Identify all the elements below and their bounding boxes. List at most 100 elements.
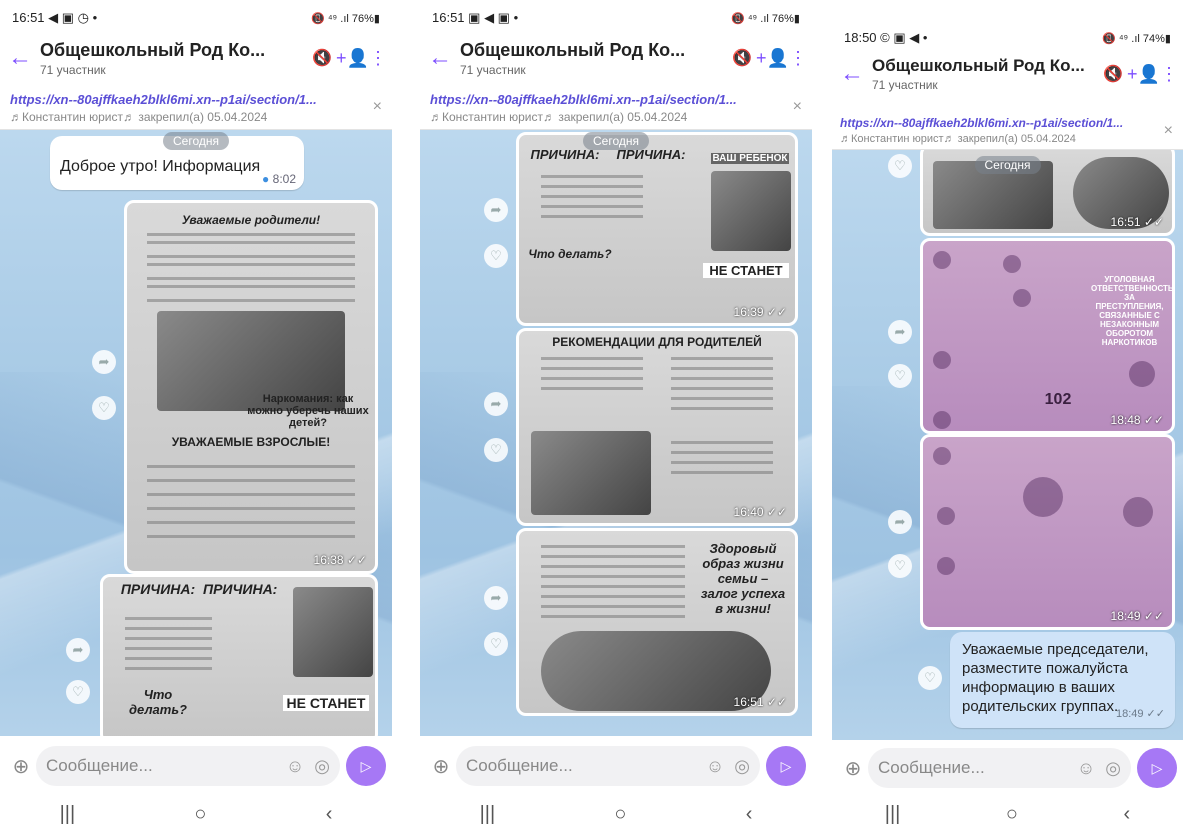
image-message[interactable]: 18:49 ✓✓: [920, 434, 1175, 630]
infographic-circle: [1003, 255, 1021, 273]
send-button[interactable]: ▷: [346, 746, 386, 786]
like-icon[interactable]: ♡: [484, 438, 508, 462]
message-composer: ⊕ Сообщение... ☺ ◎ ▷: [0, 738, 392, 794]
chat-area[interactable]: Сегодня Доброе утро! Информация ● 8:02 У…: [0, 130, 392, 736]
close-icon[interactable]: ×: [793, 98, 802, 116]
doc-title: Уважаемые родители!: [181, 213, 321, 227]
pinned-link[interactable]: https://xn--80ajffkaeh2blkl6mi.xn--p1ai/…: [10, 92, 362, 107]
chat-title-block[interactable]: Общешкольный Род Ко... 71 участник: [460, 40, 728, 77]
like-icon[interactable]: ♡: [92, 396, 116, 420]
emoji-icon[interactable]: ☺: [1077, 758, 1095, 779]
chat-title: Общешкольный Род Ко...: [872, 56, 1085, 75]
status-bar: 16:51 ▣ ◀ ▣ • 📵 ⁴⁹ .ıl 76%▮: [420, 6, 812, 30]
pinned-meta: ♬Константин юрист♬ закрепил(а) 05.04.202…: [430, 110, 688, 124]
more-menu-icon[interactable]: ⋮: [1155, 64, 1183, 85]
mute-icon[interactable]: 🔇: [728, 48, 756, 68]
share-icon[interactable]: ➦: [888, 510, 912, 534]
like-icon[interactable]: ♡: [484, 244, 508, 268]
add-user-icon[interactable]: +👤: [1127, 64, 1160, 85]
add-user-icon[interactable]: +👤: [336, 48, 369, 69]
doc-photo: [711, 171, 791, 251]
send-button[interactable]: ▷: [1137, 748, 1177, 788]
message-composer: ⊕ Сообщение... ☺ ◎ ▷: [420, 738, 812, 794]
nav-back-icon[interactable]: ‹: [746, 803, 753, 826]
message-input[interactable]: Сообщение... ☺ ◎: [456, 746, 760, 786]
message-placeholder: Сообщение...: [46, 756, 153, 775]
share-icon[interactable]: ➦: [484, 586, 508, 610]
image-message[interactable]: РЕКОМЕНДАЦИИ ДЛЯ РОДИТЕЛЕЙ 16:40 ✓✓: [516, 328, 798, 526]
date-divider: Сегодня: [163, 132, 229, 150]
plus-icon[interactable]: ⊕: [838, 756, 868, 781]
pinned-message-bar[interactable]: https://xn--80ajffkaeh2blkl6mi.xn--p1ai/…: [420, 86, 812, 130]
more-menu-icon[interactable]: ⋮: [784, 48, 812, 69]
image-message[interactable]: ПРИЧИНА: ПРИЧИНА: Что делать? НЕ СТАНЕТ: [100, 574, 378, 736]
like-icon[interactable]: ♡: [918, 666, 942, 690]
infographic-circle: [933, 447, 951, 465]
share-icon[interactable]: ➦: [888, 320, 912, 344]
recent-apps-icon[interactable]: |||: [480, 803, 496, 826]
chat-area[interactable]: Сегодня ПРИЧИНА: ПРИЧИНА: ВАШ РЕБЕНОК Чт…: [420, 130, 812, 736]
recent-apps-icon[interactable]: |||: [885, 803, 901, 826]
emoji-icon[interactable]: ☺: [286, 756, 304, 777]
image-message[interactable]: ПРИЧИНА: ПРИЧИНА: ВАШ РЕБЕНОК Что делать…: [516, 132, 798, 326]
message-input[interactable]: Сообщение... ☺ ◎: [36, 746, 340, 786]
chat-title-block[interactable]: Общешкольный Род Ко... 71 участник: [872, 56, 1099, 92]
like-icon[interactable]: ♡: [888, 154, 912, 178]
like-icon[interactable]: ♡: [66, 680, 90, 704]
home-icon[interactable]: ○: [194, 803, 206, 826]
message-bubble[interactable]: Уважаемые председатели, разместите пожал…: [950, 632, 1175, 728]
close-icon[interactable]: ×: [1164, 122, 1173, 140]
sticker-icon[interactable]: ◎: [314, 756, 330, 777]
mute-icon[interactable]: 🔇: [1099, 64, 1127, 84]
home-icon[interactable]: ○: [614, 803, 626, 826]
like-icon[interactable]: ♡: [888, 554, 912, 578]
share-icon[interactable]: ➦: [484, 198, 508, 222]
doc-heading: НЕ СТАНЕТ: [703, 263, 789, 278]
send-button[interactable]: ▷: [766, 746, 806, 786]
doc-label: ВАШ РЕБЕНОК: [711, 153, 789, 164]
plus-icon[interactable]: ⊕: [6, 754, 36, 779]
image-message[interactable]: Уважаемые родители! Наркомания: как можн…: [124, 200, 378, 574]
share-icon[interactable]: ➦: [66, 638, 90, 662]
chat-title-block[interactable]: Общешкольный Род Ко... 71 участник: [40, 40, 308, 77]
close-icon[interactable]: ×: [373, 98, 382, 116]
message-text: Доброе утро! Информация: [60, 158, 261, 175]
infographic-circle: [937, 507, 955, 525]
message-time: 18:49 ✓✓: [1115, 708, 1165, 720]
message-input[interactable]: Сообщение... ☺ ◎: [868, 748, 1131, 788]
message-placeholder: Сообщение...: [466, 756, 573, 775]
nav-back-icon[interactable]: ‹: [326, 803, 333, 826]
pinned-message-bar[interactable]: https://xn--80ajffkaeh2blkl6mi.xn--p1ai/…: [0, 86, 392, 130]
status-left: 16:51 ▣ ◀ ▣ •: [432, 10, 519, 25]
like-icon[interactable]: ♡: [888, 364, 912, 388]
nav-back-icon[interactable]: ‹: [1124, 803, 1131, 826]
pinned-link[interactable]: https://xn--80ajffkaeh2blkl6mi.xn--p1ai/…: [430, 92, 782, 107]
sticker-icon[interactable]: ◎: [734, 756, 750, 777]
back-arrow-icon[interactable]: ←: [420, 44, 460, 72]
share-icon[interactable]: ➦: [484, 392, 508, 416]
emoji-icon[interactable]: ☺: [706, 756, 724, 777]
chat-header: ← Общешкольный Род Ко... 71 участник 🔇 +…: [832, 48, 1183, 100]
status-bar: 16:51 ◀ ▣ ◷ • 📵 ⁴⁹ .ıl 76%▮: [0, 6, 392, 30]
home-icon[interactable]: ○: [1006, 803, 1018, 826]
share-icon[interactable]: ➦: [92, 350, 116, 374]
image-time: 16:51 ✓✓: [733, 695, 787, 709]
like-icon[interactable]: ♡: [484, 632, 508, 656]
plus-icon[interactable]: ⊕: [426, 754, 456, 779]
chat-area[interactable]: Сегодня 16:51 ✓✓ ♡ УГОЛОВНАЯ ОТВЕТСТВЕНН…: [832, 150, 1183, 740]
more-menu-icon[interactable]: ⋮: [364, 48, 392, 69]
phone-screen-3: 18:50 © ▣ ◀ • 📵 ⁴⁹ .ıl 74%▮ ← Общешкольн…: [832, 20, 1183, 832]
message-placeholder: Сообщение...: [878, 758, 985, 777]
pinned-link[interactable]: https://xn--80ajffkaeh2blkl6mi.xn--p1ai/…: [840, 116, 1153, 130]
image-message[interactable]: УГОЛОВНАЯ ОТВЕТСТВЕННОСТЬ ЗА ПРЕСТУПЛЕНИ…: [920, 238, 1175, 434]
back-arrow-icon[interactable]: ←: [832, 60, 872, 88]
back-arrow-icon[interactable]: ←: [0, 44, 40, 72]
image-message[interactable]: 16:51 ✓✓: [920, 150, 1175, 236]
recent-apps-icon[interactable]: |||: [60, 803, 76, 826]
mute-icon[interactable]: 🔇: [308, 48, 336, 68]
sticker-icon[interactable]: ◎: [1105, 758, 1121, 779]
image-message[interactable]: Здоровый образ жизни семьи – залог успех…: [516, 528, 798, 716]
add-user-icon[interactable]: +👤: [756, 48, 789, 69]
status-left: 16:51 ◀ ▣ ◷ •: [12, 10, 98, 25]
pinned-message-bar[interactable]: https://xn--80ajffkaeh2blkl6mi.xn--p1ai/…: [832, 110, 1183, 150]
